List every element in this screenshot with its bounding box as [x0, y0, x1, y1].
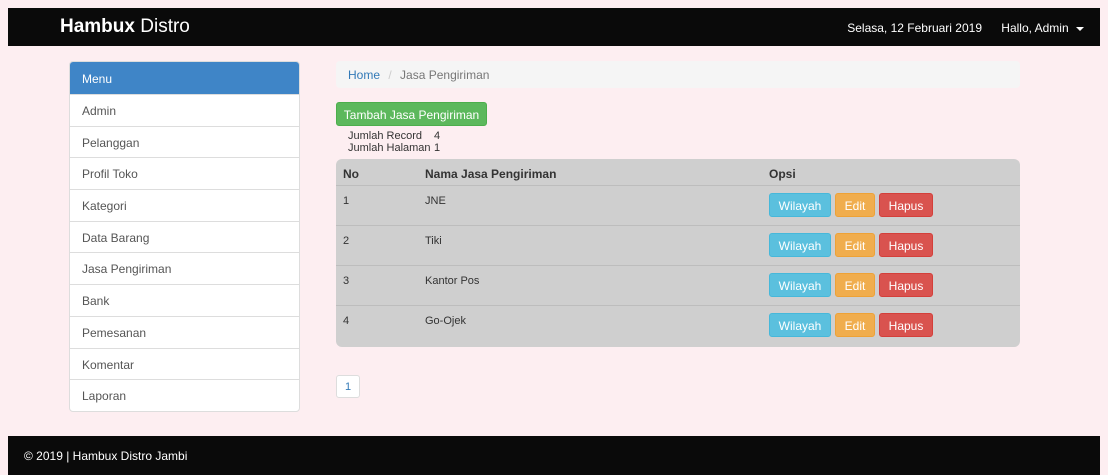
record-count-value: 4: [434, 130, 441, 142]
column-header-opsi: Opsi: [769, 167, 796, 181]
row-number: 2: [343, 235, 350, 247]
add-shipping-button[interactable]: Tambah Jasa Pengiriman: [336, 102, 487, 126]
page-count-value: 1: [434, 142, 441, 154]
caret-down-icon: [1076, 26, 1084, 31]
row-number: 4: [343, 315, 350, 327]
sidebar-item-data-barang[interactable]: Data Barang: [70, 220, 299, 253]
current-date: Selasa, 12 Februari 2019: [847, 21, 982, 35]
wilayah-button[interactable]: Wilayah: [769, 193, 831, 217]
shipping-name: Go-Ojek: [425, 315, 466, 327]
sidebar-item-laporan[interactable]: Laporan: [70, 379, 299, 411]
delete-button[interactable]: Hapus: [879, 273, 933, 297]
breadcrumb-separator: /: [388, 68, 392, 82]
row-actions: Wilayah Edit Hapus: [769, 313, 937, 337]
wilayah-button[interactable]: Wilayah: [769, 273, 831, 297]
top-navbar: Hambux Distro Selasa, 12 Februari 2019 H…: [8, 8, 1100, 46]
table-row: 1 JNE Wilayah Edit Hapus: [336, 185, 1020, 225]
table-row: 4 Go-Ojek Wilayah Edit Hapus: [336, 305, 1020, 345]
sidebar-item-kategori[interactable]: Kategori: [70, 189, 299, 221]
pagination-page-1[interactable]: 1: [336, 375, 360, 398]
footer: © 2019 | Hambux Distro Jambi: [8, 436, 1100, 475]
shipping-name: Kantor Pos: [425, 275, 480, 287]
row-actions: Wilayah Edit Hapus: [769, 193, 937, 217]
edit-button[interactable]: Edit: [835, 313, 875, 337]
table-header: No Nama Jasa Pengiriman Opsi: [336, 159, 1020, 185]
table-row: 2 Tiki Wilayah Edit Hapus: [336, 225, 1020, 265]
wilayah-button[interactable]: Wilayah: [769, 233, 831, 257]
menu-header: Menu: [70, 62, 299, 94]
edit-button[interactable]: Edit: [835, 233, 875, 257]
sidebar-item-bank[interactable]: Bank: [70, 284, 299, 316]
shipping-name: Tiki: [425, 235, 442, 247]
sidebar-item-komentar[interactable]: Komentar: [70, 347, 299, 380]
sidebar-menu: Menu Admin Pelanggan Profil Toko Kategor…: [69, 61, 300, 412]
wilayah-button[interactable]: Wilayah: [769, 313, 831, 337]
row-number: 3: [343, 275, 350, 287]
page-count-label: Jumlah Halaman: [348, 142, 431, 154]
record-count-line: Jumlah Record 4: [348, 130, 440, 142]
delete-button[interactable]: Hapus: [879, 193, 933, 217]
brand-name-bold: Hambux: [60, 16, 135, 37]
brand-logo[interactable]: Hambux Distro: [60, 16, 190, 38]
row-number: 1: [343, 195, 350, 207]
breadcrumb-home-link[interactable]: Home: [348, 68, 380, 82]
edit-button[interactable]: Edit: [835, 273, 875, 297]
record-count-label: Jumlah Record: [348, 130, 422, 142]
sidebar-item-profil-toko[interactable]: Profil Toko: [70, 157, 299, 189]
user-greeting: Hallo, Admin: [1001, 21, 1069, 35]
sidebar-item-admin[interactable]: Admin: [70, 94, 299, 126]
sidebar-item-pemesanan[interactable]: Pemesanan: [70, 315, 299, 348]
record-stats: Jumlah Record 4 Jumlah Halaman 1: [348, 130, 440, 154]
sidebar-item-pelanggan[interactable]: Pelanggan: [70, 125, 299, 158]
delete-button[interactable]: Hapus: [879, 313, 933, 337]
sidebar-item-jasa-pengiriman[interactable]: Jasa Pengiriman: [70, 252, 299, 284]
user-dropdown[interactable]: Hallo, Admin: [1001, 21, 1084, 35]
breadcrumb: Home / Jasa Pengiriman: [336, 61, 1020, 88]
delete-button[interactable]: Hapus: [879, 233, 933, 257]
column-header-nama: Nama Jasa Pengiriman: [425, 167, 557, 181]
table-row: 3 Kantor Pos Wilayah Edit Hapus: [336, 265, 1020, 305]
row-actions: Wilayah Edit Hapus: [769, 233, 937, 257]
footer-text: © 2019 | Hambux Distro Jambi: [24, 449, 188, 463]
page-count-line: Jumlah Halaman 1: [348, 142, 440, 154]
shipping-name: JNE: [425, 195, 446, 207]
row-actions: Wilayah Edit Hapus: [769, 273, 937, 297]
shipping-table: No Nama Jasa Pengiriman Opsi 1 JNE Wilay…: [336, 159, 1020, 347]
edit-button[interactable]: Edit: [835, 193, 875, 217]
breadcrumb-current: Jasa Pengiriman: [400, 68, 490, 82]
column-header-no: No: [343, 167, 359, 181]
brand-name-rest: Distro: [140, 16, 190, 37]
